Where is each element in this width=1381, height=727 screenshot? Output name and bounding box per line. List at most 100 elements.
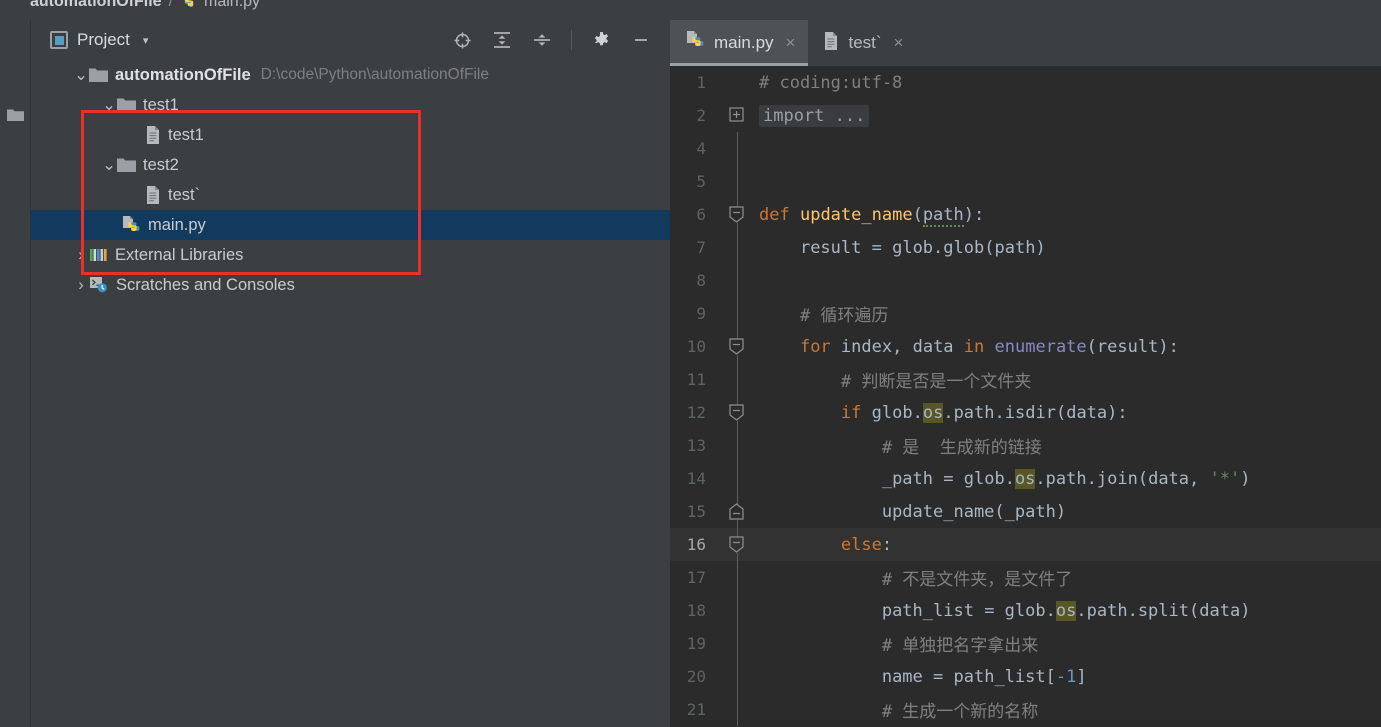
breadcrumb-file[interactable]: main.py [204,0,260,11]
close-icon[interactable]: × [894,33,904,53]
code-line: 18 path_list = glob.os.path.split(data) [670,594,1381,627]
chevron-right-icon[interactable]: › [73,246,89,264]
fold-column[interactable] [717,231,759,264]
breadcrumb-separator: / [168,0,174,10]
line-number: 9 [696,304,706,323]
fold-column[interactable] [717,396,759,429]
fold-column[interactable] [717,264,759,297]
line-number: 14 [686,469,706,488]
tree-row-test1-folder[interactable]: ⌄ test1 [31,90,670,120]
fold-column[interactable] [717,495,759,528]
line-number: 6 [696,205,706,224]
chevron-down-icon[interactable]: ⌄ [101,96,117,114]
line-number: 15 [686,502,706,521]
code-line: 7 result = glob.glob(path) [670,231,1381,264]
code-text: # 循环遍历 [799,306,889,326]
expand-all-icon[interactable] [491,29,513,51]
tree-row-test1-file[interactable]: test1 [31,120,670,150]
code-text: def update_name(path): [759,204,985,227]
tree-label-test1-folder: test1 [143,95,179,114]
code-text: import ... [759,104,1381,127]
fold-expand-icon[interactable] [729,107,744,127]
gear-icon[interactable] [590,29,612,51]
tree-row-automationoffile[interactable]: ⌄ automationOfFile D:\code\Python\automa… [31,60,670,90]
code-line: 19 # 单独把名字拿出来 [670,627,1381,660]
project-tool-window: Project ▾ ⌄ automationOfFile D:\code\Pyt… [31,20,670,727]
line-number: 17 [686,568,706,587]
collapse-all-icon[interactable] [531,29,553,51]
code-line: 17 # 不是文件夹，是文件了 [670,561,1381,594]
code-text: path_list = glob.os.path.split(data) [881,600,1251,621]
line-number: 7 [696,238,706,257]
chevron-down-icon[interactable]: ⌄ [73,66,89,84]
fold-column[interactable] [717,165,759,198]
fold-column[interactable] [717,66,759,99]
tree-label-main-py: main.py [148,215,206,234]
folder-icon [7,108,24,122]
chevron-down-icon[interactable]: ▾ [143,34,149,47]
editor-area: main.py × test` × 1 # coding:utf-8 2 imp… [670,20,1381,727]
python-file-icon [685,31,705,55]
code-line: 5 [670,165,1381,198]
fold-column[interactable] [717,198,759,231]
chevron-down-icon[interactable]: ⌄ [101,156,117,174]
code-text: for index, data in enumerate(result): [799,336,1179,357]
fold-column[interactable] [717,660,759,693]
libraries-icon [89,247,108,263]
code-line: 1 # coding:utf-8 [670,66,1381,99]
editor-tab-test-backtick[interactable]: test` × [808,20,916,66]
fold-column[interactable] [717,693,759,726]
tree-row-main-py[interactable]: main.py [31,210,670,240]
fold-column[interactable] [717,363,759,396]
code-text: if glob.os.path.isdir(data): [840,402,1128,423]
pycharm-window: automationOfFile / main.py Project ▾ ⌄ a… [0,0,1381,727]
code-line-current: 16 else: [670,528,1381,561]
breadcrumb-project[interactable]: automationOfFile [30,0,162,11]
fold-column[interactable] [717,330,759,363]
code-line: 11 # 判断是否是一个文件夹 [670,363,1381,396]
fold-column[interactable] [717,297,759,330]
code-text: # coding:utf-8 [759,72,903,93]
code-text: name = path_list[-1] [881,666,1087,687]
project-panel-header: Project ▾ [31,20,670,60]
tree-label-test1-file: test1 [168,125,204,144]
locate-icon[interactable] [451,29,473,51]
code-text: result = glob.glob(path) [799,237,1046,258]
code-line: 8 [670,264,1381,297]
line-number: 11 [686,370,706,389]
folder-icon [117,157,136,173]
tree-row-test-backtick-file[interactable]: test` [31,180,670,210]
fold-column[interactable] [717,462,759,495]
tree-label-automationoffile: automationOfFile [115,65,251,84]
fold-column[interactable] [717,561,759,594]
code-line: 21 # 生成一个新的名称 [670,693,1381,726]
code-text: # 生成一个新的名称 [881,702,1039,722]
scratches-icon [89,276,109,294]
tree-row-test2-folder[interactable]: ⌄ test2 [31,150,670,180]
line-number: 1 [696,73,706,92]
code-text: # 不是文件夹，是文件了 [881,570,1073,590]
file-icon [145,126,161,144]
code-line: 4 [670,132,1381,165]
fold-column[interactable] [717,627,759,660]
fold-column[interactable] [717,99,759,132]
fold-column[interactable] [717,594,759,627]
chevron-right-icon[interactable]: › [73,276,89,294]
code-text: # 判断是否是一个文件夹 [840,372,1032,392]
tree-row-scratches-and-consoles[interactable]: › Scratches and Consoles [31,270,670,300]
minimize-icon[interactable] [630,29,652,51]
fold-column[interactable] [717,528,759,561]
folder-icon [117,97,136,113]
tree-row-external-libraries[interactable]: › External Libraries [31,240,670,270]
code-line: 14 _path = glob.os.path.join(data, '*') [670,462,1381,495]
editor-tab-main-py[interactable]: main.py × [670,20,809,66]
code-text: _path = glob.os.path.join(data, '*') [881,468,1251,489]
tree-label-scratches-and-consoles: Scratches and Consoles [116,275,295,294]
code-editor[interactable]: 1 # coding:utf-8 2 import ... 4 5 6 def … [670,66,1381,727]
file-icon [823,31,839,55]
code-line: 2 import ... [670,99,1381,132]
close-icon[interactable]: × [786,33,796,53]
fold-column[interactable] [717,132,759,165]
fold-column[interactable] [717,429,759,462]
python-file-icon [180,0,197,13]
